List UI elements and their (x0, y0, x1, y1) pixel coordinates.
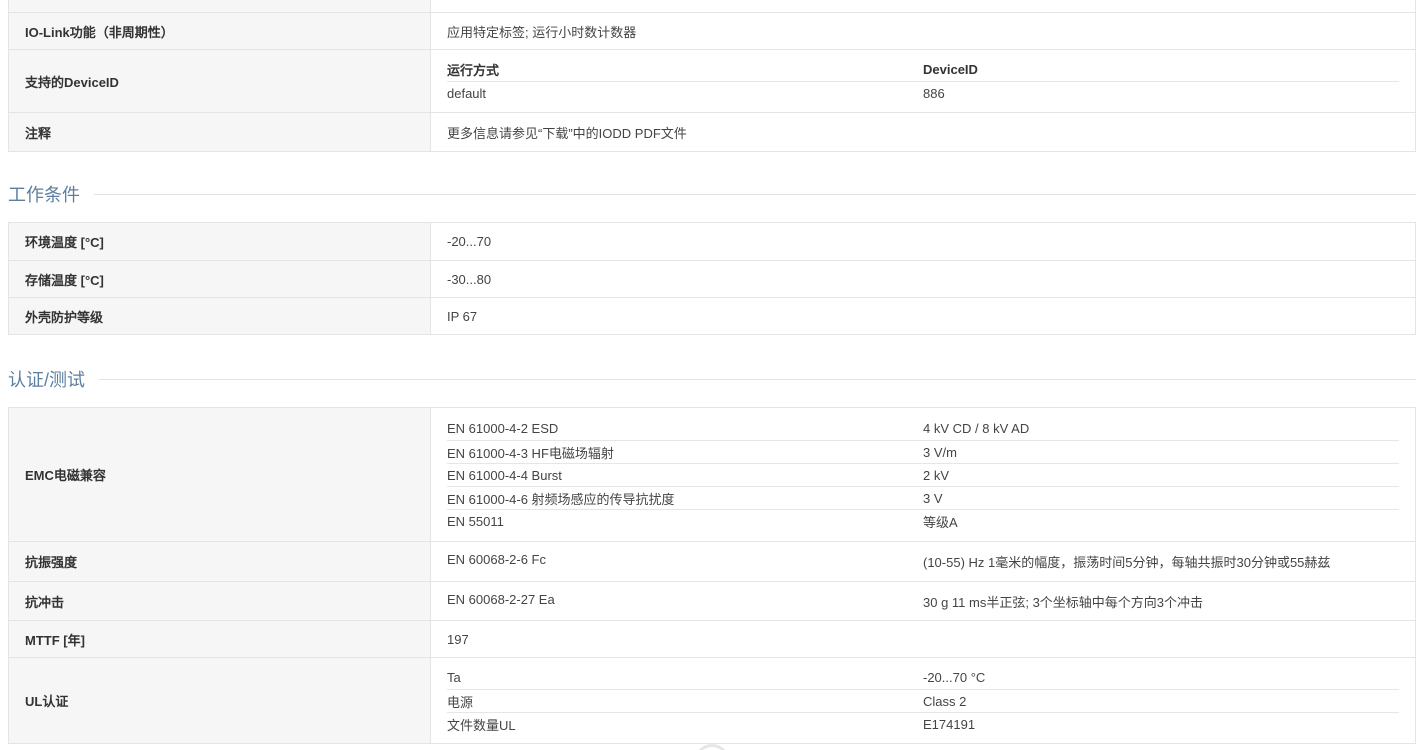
loading-spinner-icon (694, 744, 730, 750)
table-row: MTTF [年] 197 (9, 620, 1415, 657)
section-divider (94, 193, 1416, 195)
subtable-row: EN 61000-4-6 射频场感应的传导抗扰度 3 V (447, 486, 1399, 509)
subtable-row: 文件数量UL E174191 (447, 712, 1399, 735)
row-value: 应用特定标签; 运行小时数计数器 (447, 24, 637, 40)
spec-cell: 30 g 11 ms半正弦; 3个坐标轴中每个方向3个冲击 (923, 594, 1204, 610)
subtable-cell: Class 2 (923, 693, 967, 709)
section-certifications: 认证/测试 (8, 367, 1416, 391)
table-row: 环境温度 [°C] -20...70 (9, 223, 1415, 260)
row-value: IP 67 (447, 308, 478, 324)
table-row: 注释 更多信息请参见“下载”中的IODD PDF文件 (9, 112, 1415, 151)
row-value: 197 (447, 631, 469, 647)
row-value: Ta -20...70 °C 电源 Class 2 文件数量UL E174191 (431, 658, 1415, 743)
row-value: 运行方式 DeviceID default 886 (431, 50, 1415, 112)
row-label: 抗振强度 (9, 542, 431, 581)
row-label: EMC电磁兼容 (9, 408, 431, 541)
table-row: UL认证 Ta -20...70 °C 电源 Class 2 文件数量UL E1… (9, 657, 1415, 743)
table-row: 外壳防护等级 IP 67 (9, 297, 1415, 334)
subtable-row: EN 61000-4-4 Burst 2 kV (447, 463, 1399, 486)
row-label: 支持的DeviceID (9, 50, 431, 112)
row-label: 存储温度 [°C] (9, 261, 431, 297)
row-value: -30...80 (447, 271, 492, 287)
subtable-row: 电源 Class 2 (447, 689, 1399, 712)
subtable-cell: 文件数量UL (447, 717, 516, 733)
section-divider (99, 378, 1416, 380)
row-label: 外壳防护等级 (9, 298, 431, 334)
subtable-cell: 电源 (447, 694, 474, 710)
subtable-cell: -20...70 °C (923, 670, 986, 685)
table-row: 抗冲击 EN 60068-2-27 Ea 30 g 11 ms半正弦; 3个坐标… (9, 581, 1415, 620)
row-value: EN 60068-2-6 Fc (10-55) Hz 1毫米的幅度，振荡时间5分… (431, 542, 1415, 581)
subtable-header: 运行方式 DeviceID (447, 58, 1399, 81)
row-value (431, 0, 1415, 12)
device-id-subtable: 运行方式 DeviceID default 886 (447, 58, 1399, 104)
iolink-table: IO-Link功能（非周期性） 应用特定标签; 运行小时数计数器 支持的Devi… (8, 0, 1416, 152)
emc-subtable: EN 61000-4-2 ESD 4 kV CD / 8 kV AD EN 61… (447, 417, 1399, 532)
shock-values: EN 60068-2-27 Ea 30 g 11 ms半正弦; 3个坐标轴中每个… (447, 592, 1399, 611)
row-value: -20...70 (447, 234, 492, 249)
table-row (9, 0, 1415, 12)
subtable-row: EN 61000-4-3 HF电磁场辐射 3 V/m (447, 440, 1399, 463)
subtable-row: EN 55011 等级A (447, 509, 1399, 532)
row-label: MTTF [年] (9, 621, 431, 657)
subtable-cell: 3 V/m (923, 444, 957, 460)
table-row: EMC电磁兼容 EN 61000-4-2 ESD 4 kV CD / 8 kV … (9, 408, 1415, 541)
subtable-cell: default (447, 85, 487, 101)
row-label: IO-Link功能（非周期性） (9, 13, 431, 49)
subtable-cell: 等级A (923, 514, 958, 530)
subtable-cell: EN 55011 (447, 513, 504, 529)
subtable-cell: EN 61000-4-2 ESD (447, 421, 559, 436)
subtable-row: EN 61000-4-2 ESD 4 kV CD / 8 kV AD (447, 417, 1399, 440)
subtable-cell: EN 61000-4-4 Burst (447, 467, 562, 483)
row-value: EN 61000-4-2 ESD 4 kV CD / 8 kV AD EN 61… (431, 408, 1415, 541)
table-row: 抗振强度 EN 60068-2-6 Fc (10-55) Hz 1毫米的幅度，振… (9, 541, 1415, 581)
subtable-cell: 4 kV CD / 8 kV AD (923, 421, 1030, 436)
subtable-cell: 2 kV (923, 467, 950, 483)
row-label: 环境温度 [°C] (9, 223, 431, 260)
table-row: IO-Link功能（非周期性） 应用特定标签; 运行小时数计数器 (9, 12, 1415, 49)
section-operating-conditions: 工作条件 (8, 182, 1416, 206)
ul-subtable: Ta -20...70 °C 电源 Class 2 文件数量UL E174191 (447, 666, 1399, 735)
row-label: 注释 (9, 113, 431, 151)
subtable-cell: 3 V (923, 490, 943, 506)
row-label: 抗冲击 (9, 582, 431, 620)
section-title: 认证/测试 (8, 370, 86, 390)
subtable-cell: Ta (447, 670, 461, 685)
subtable-cell: EN 61000-4-6 射频场感应的传导抗扰度 (447, 491, 675, 507)
standard-cell: EN 60068-2-27 Ea (447, 591, 555, 607)
subtable-row: Ta -20...70 °C (447, 666, 1399, 689)
subtable-row: default 886 (447, 81, 1399, 104)
subtable-header-mode: 运行方式 (447, 63, 500, 78)
spec-cell: (10-55) Hz 1毫米的幅度，振荡时间5分钟，每轴共振时30分钟或55赫兹 (923, 555, 1331, 570)
certifications-table: EMC电磁兼容 EN 61000-4-2 ESD 4 kV CD / 8 kV … (8, 407, 1416, 744)
subtable-cell: 886 (923, 85, 945, 101)
section-title: 工作条件 (8, 185, 80, 205)
standard-cell: EN 60068-2-6 Fc (447, 552, 546, 567)
row-label: UL认证 (9, 658, 431, 743)
row-value: 更多信息请参见“下载”中的IODD PDF文件 (447, 125, 687, 141)
operating-conditions-table: 环境温度 [°C] -20...70 存储温度 [°C] -30...80 外壳… (8, 222, 1416, 335)
subtable-header-deviceid: DeviceID (923, 62, 978, 77)
table-row: 支持的DeviceID 运行方式 DeviceID default 886 (9, 49, 1415, 112)
subtable-cell: EN 61000-4-3 HF电磁场辐射 (447, 445, 614, 461)
table-row: 存储温度 [°C] -30...80 (9, 260, 1415, 297)
vibration-values: EN 60068-2-6 Fc (10-55) Hz 1毫米的幅度，振荡时间5分… (447, 552, 1399, 571)
row-label (9, 0, 431, 12)
subtable-cell: E174191 (923, 716, 976, 732)
row-value: EN 60068-2-27 Ea 30 g 11 ms半正弦; 3个坐标轴中每个… (431, 582, 1415, 620)
